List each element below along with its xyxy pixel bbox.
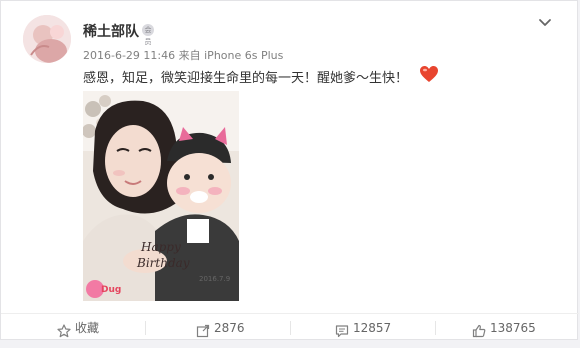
repost-button[interactable]: 2876 — [146, 314, 290, 342]
post-menu-button[interactable] — [537, 15, 553, 31]
comment-count: 12857 — [353, 321, 392, 335]
like-button[interactable]: 138765 — [436, 314, 580, 342]
star-icon — [57, 320, 71, 338]
member-badge-icon: 会员 — [142, 24, 154, 46]
avatar-image — [23, 15, 71, 63]
repost-count: 2876 — [214, 321, 245, 335]
favorite-button[interactable]: 收藏 — [1, 314, 145, 342]
action-bar: 收藏 2876 12857 138765 — [1, 313, 579, 341]
photo-date-text: 2016.7.9 — [199, 275, 230, 283]
favorite-label: 收藏 — [75, 321, 100, 335]
post-meta: 2016-6-29 11:46 来自 iPhone 6s Plus — [83, 47, 283, 63]
birthday-photo-image: Happy Birthday Dug 2016.7.9 — [83, 91, 239, 301]
like-count: 138765 — [490, 321, 536, 335]
happy-text: Happy — [140, 240, 181, 254]
author-avatar[interactable] — [23, 15, 71, 63]
birthday-text: Birthday — [136, 256, 190, 270]
post-timestamp[interactable]: 2016-6-29 11:46 — [83, 49, 175, 62]
weibo-post-card: 稀土部队 会员 2016-6-29 11:46 来自 iPhone 6s Plu… — [0, 0, 579, 341]
post-photo[interactable]: Happy Birthday Dug 2016.7.9 — [83, 91, 239, 301]
photo-deco-text: Dug — [101, 285, 121, 295]
post-text: 感恩，知足，微笑迎接生命里的每一天！醒她爹～生快！ — [83, 71, 409, 86]
heart-emoji-icon — [419, 65, 439, 83]
comment-icon — [335, 320, 349, 338]
source-prefix: 来自 — [178, 49, 201, 62]
author-name[interactable]: 稀土部队 — [83, 21, 139, 41]
device-source[interactable]: iPhone 6s Plus — [204, 49, 283, 62]
comment-button[interactable]: 12857 — [291, 314, 435, 342]
chevron-down-icon — [539, 19, 551, 26]
repost-icon — [196, 320, 210, 338]
thumbs-up-icon — [472, 320, 486, 338]
